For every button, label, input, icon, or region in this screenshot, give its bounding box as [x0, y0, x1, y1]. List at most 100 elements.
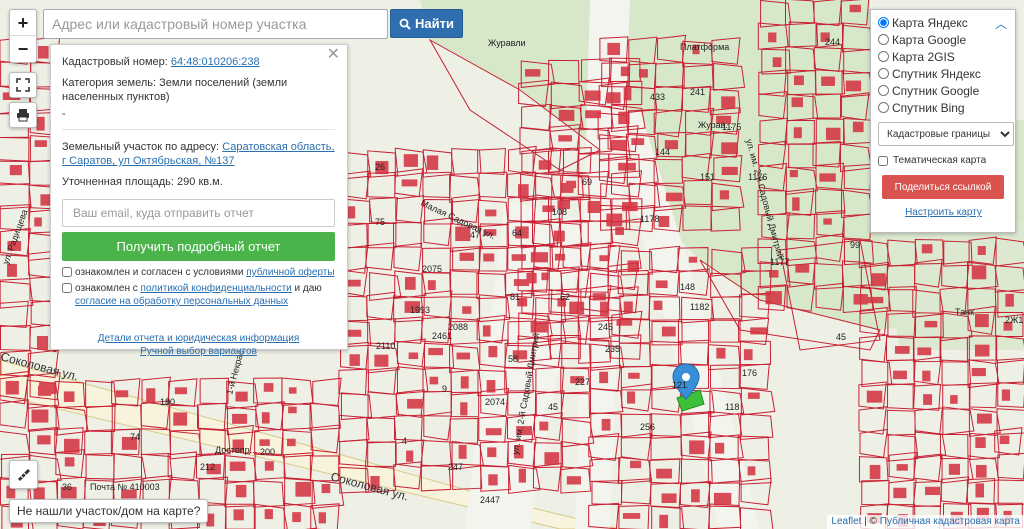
base-layer-option[interactable]: Карта Яндекс — [878, 14, 1009, 31]
base-layer-radio[interactable] — [878, 34, 889, 45]
report-details-link[interactable]: Детали отчета и юридическая информация — [98, 333, 300, 344]
search-button[interactable]: Найти — [390, 9, 463, 38]
parcel-number-label: 176 — [742, 368, 757, 378]
building-footprint — [765, 291, 782, 305]
building-footprint — [772, 57, 782, 68]
attribution: Leaflet | © Публичная кадастровая карта — [827, 515, 1024, 529]
offer-consent-row: ознакомлен и согласен с условиями публич… — [62, 266, 335, 279]
building-footprint — [948, 463, 960, 475]
building-footprint — [793, 75, 804, 86]
building-footprint — [665, 192, 683, 202]
building-footprint — [427, 280, 436, 291]
share-link-button[interactable]: Поделиться ссылкой — [882, 175, 1004, 199]
building-footprint — [638, 69, 648, 78]
building-footprint — [606, 213, 623, 227]
measure-button[interactable] — [9, 460, 38, 489]
privacy-policy-link[interactable]: политикой конфиденциальности — [141, 283, 292, 294]
base-layer-radio[interactable] — [878, 85, 889, 96]
building-footprint — [924, 320, 938, 328]
building-footprint — [585, 110, 601, 119]
thematic-map-checkbox[interactable] — [878, 155, 888, 166]
configure-map-link[interactable]: Настроить карту — [878, 207, 1009, 218]
building-footprint — [626, 391, 636, 404]
building-footprint — [232, 413, 248, 424]
overlay-select[interactable]: Кадастровые границы — [878, 122, 1014, 146]
building-footprint — [544, 452, 560, 465]
building-footprint — [174, 387, 188, 395]
building-footprint — [511, 254, 526, 261]
offer-consent-text: ознакомлен и согласен с условиями публич… — [75, 266, 335, 279]
building-footprint — [599, 255, 610, 262]
building-footprint — [34, 217, 42, 227]
cadastral-number-link[interactable]: 64:48:010206:238 — [171, 56, 260, 68]
parcel-number-label: 47 — [470, 230, 480, 240]
building-footprint — [553, 230, 565, 242]
building-footprint — [115, 390, 129, 398]
expand-icon — [16, 78, 30, 92]
parcel-number-label: 74 — [130, 432, 140, 442]
building-footprint — [346, 279, 361, 287]
building-footprint — [1001, 389, 1011, 401]
data-processing-consent-link[interactable]: согласие на обработку персональных данны… — [75, 296, 288, 307]
public-offer-link[interactable]: публичной оферты — [246, 267, 334, 278]
building-footprint — [600, 301, 610, 316]
area-label: Уточненная площадь: — [62, 176, 174, 188]
get-report-button[interactable]: Получить подробный отчет — [62, 232, 335, 261]
zoom-out-button[interactable]: − — [10, 36, 36, 62]
privacy-consent-checkbox[interactable] — [62, 283, 72, 293]
base-layer-label: Спутник Bing — [892, 100, 965, 115]
search-input[interactable] — [43, 9, 388, 39]
building-footprint — [38, 45, 49, 59]
building-footprint — [719, 190, 730, 200]
base-layer-option[interactable]: Спутник Google — [878, 82, 1009, 99]
base-layer-label: Карта Яндекс — [892, 15, 968, 30]
building-footprint — [977, 246, 986, 255]
building-footprint — [456, 352, 471, 360]
manual-selection-link[interactable]: Ручной выбор вариантов — [140, 346, 257, 357]
fullscreen-button[interactable] — [9, 72, 37, 98]
offer-consent-checkbox[interactable] — [62, 267, 72, 277]
building-footprint — [346, 206, 356, 219]
parcel-number-label: 75 — [375, 217, 385, 227]
pkk-link[interactable]: Публичная кадастровая карта — [880, 516, 1020, 527]
close-icon[interactable]: ✕ — [327, 47, 340, 63]
base-layer-option[interactable]: Спутник Яндекс — [878, 65, 1009, 82]
print-button[interactable] — [9, 102, 37, 128]
base-layer-option[interactable]: Карта Google — [878, 31, 1009, 48]
zoom-in-button[interactable]: + — [10, 10, 36, 36]
parcel-number-label: 81 — [510, 292, 520, 302]
building-footprint — [922, 370, 931, 382]
base-layer-radio[interactable] — [878, 51, 889, 62]
base-layer-option[interactable]: Карта 2GIS — [878, 48, 1009, 65]
leaflet-link[interactable]: Leaflet — [831, 516, 861, 527]
base-layer-radio[interactable] — [878, 17, 889, 28]
base-layer-radio[interactable] — [878, 68, 889, 79]
parcel-number-label: 235 — [605, 344, 620, 354]
building-footprint — [655, 280, 668, 289]
building-footprint — [743, 349, 753, 361]
building-footprint — [975, 437, 986, 449]
parcel-number-label: 58 — [508, 354, 518, 364]
building-footprint — [893, 487, 907, 499]
building-footprint — [584, 90, 601, 101]
building-footprint — [747, 466, 756, 476]
parcel-number-label: 227 — [575, 377, 590, 387]
building-footprint — [36, 116, 45, 131]
building-footprint — [713, 492, 732, 506]
building-footprint — [482, 325, 491, 337]
base-layer-radio[interactable] — [878, 102, 889, 113]
not-found-button[interactable]: Не нашли участок/дом на карте? — [9, 499, 209, 523]
parcel-number-label: 118 — [725, 402, 739, 412]
building-footprint — [601, 418, 611, 431]
poi-label: Журавли — [488, 38, 525, 48]
chevron-up-icon[interactable]: ︿ — [995, 15, 1007, 32]
building-footprint — [541, 272, 549, 281]
base-layer-option[interactable]: Спутник Bing — [878, 99, 1009, 116]
building-footprint — [975, 483, 985, 498]
area-row: Уточненная площадь: 290 кв.м. — [62, 175, 335, 189]
email-field[interactable] — [62, 199, 335, 227]
parcel-number-label: 64 — [512, 228, 522, 238]
cadastral-number-label: Кадастровый номер: — [62, 56, 168, 68]
building-footprint — [661, 326, 676, 337]
building-footprint — [688, 256, 698, 263]
